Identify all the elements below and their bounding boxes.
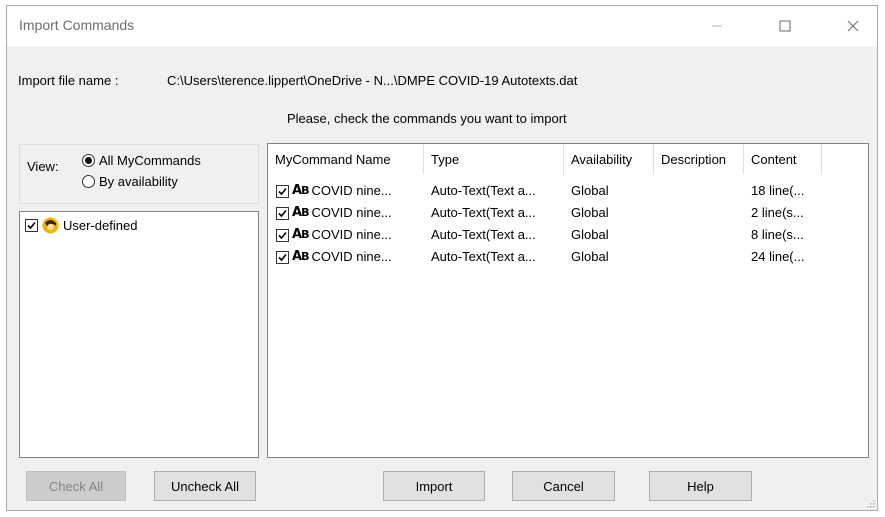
table-row[interactable]: AB COVID nine... Auto-Text(Text a... Glo…	[268, 224, 858, 246]
checkbox-checked-icon[interactable]	[276, 228, 289, 242]
table-row[interactable]: AB COVID nine... Auto-Text(Text a... Glo…	[268, 246, 858, 268]
radio-all-mycommands[interactable]: All MyCommands	[82, 153, 201, 168]
column-header-description[interactable]: Description	[654, 144, 744, 174]
availability-cell: Global	[571, 183, 609, 198]
checkbox-checked-icon[interactable]	[276, 250, 289, 264]
help-button[interactable]: Help	[649, 471, 752, 501]
window-title: Import Commands	[19, 17, 135, 33]
availability-cell: Global	[571, 227, 609, 242]
view-label: View:	[27, 159, 59, 174]
cancel-button[interactable]: Cancel	[512, 471, 615, 501]
content-cell: 18 line(...	[751, 183, 805, 198]
autotext-icon: AB	[292, 249, 310, 264]
name-cell: AB COVID nine...	[276, 180, 422, 202]
import-commands-dialog: Import Commands Import file name : C:\Us…	[6, 5, 878, 511]
column-header-type[interactable]: Type	[424, 144, 564, 174]
availability-cell: Global	[571, 205, 609, 220]
radio-label: By availability	[99, 174, 178, 189]
availability-cell: Global	[571, 249, 609, 264]
column-header-content[interactable]: Content	[744, 144, 822, 174]
uncheck-all-button[interactable]: Uncheck All	[154, 471, 256, 501]
radio-label: All MyCommands	[99, 153, 201, 168]
checkbox-checked-icon[interactable]	[276, 206, 289, 220]
table-row[interactable]: AB COVID nine... Auto-Text(Text a... Glo…	[268, 180, 858, 202]
title-bar[interactable]: Import Commands	[7, 6, 877, 46]
content-cell: 8 line(s...	[751, 227, 804, 242]
radio-selected-icon	[82, 154, 95, 167]
table-row[interactable]: AB COVID nine... Auto-Text(Text a... Glo…	[268, 202, 858, 224]
tree-item-user-defined[interactable]: User-defined	[25, 217, 137, 234]
import-file-label: Import file name :	[18, 73, 119, 88]
checkbox-checked-icon[interactable]	[25, 219, 38, 232]
minimize-icon	[712, 25, 722, 27]
content-cell: 2 line(s...	[751, 205, 804, 220]
autotext-icon: AB	[292, 205, 310, 220]
type-cell: Auto-Text(Text a...	[431, 183, 536, 198]
check-all-button[interactable]: Check All	[26, 471, 126, 501]
command-list[interactable]: MyCommand Name Type Availability Descrip…	[267, 143, 869, 458]
description-cell	[661, 246, 743, 268]
close-icon	[847, 20, 859, 32]
name-cell: AB COVID nine...	[276, 224, 422, 246]
radio-by-availability[interactable]: By availability	[82, 174, 178, 189]
autotext-icon: AB	[292, 183, 310, 198]
description-cell	[661, 224, 743, 246]
close-button[interactable]	[830, 6, 876, 46]
category-tree[interactable]: User-defined	[19, 211, 259, 458]
autotext-icon: AB	[292, 227, 310, 242]
content-cell: 24 line(...	[751, 249, 805, 264]
column-header-name[interactable]: MyCommand Name	[268, 144, 424, 174]
minimize-button[interactable]	[694, 6, 740, 46]
tree-item-label: User-defined	[63, 218, 138, 233]
maximize-icon	[779, 20, 791, 32]
type-cell: Auto-Text(Text a...	[431, 205, 536, 220]
import-button[interactable]: Import	[383, 471, 485, 501]
column-header-availability[interactable]: Availability	[564, 144, 654, 174]
type-cell: Auto-Text(Text a...	[431, 249, 536, 264]
resize-grip-icon[interactable]	[865, 498, 875, 508]
description-cell	[661, 180, 743, 202]
type-cell: Auto-Text(Text a...	[431, 227, 536, 242]
user-icon	[42, 217, 59, 234]
name-cell: AB COVID nine...	[276, 202, 422, 224]
radio-unselected-icon	[82, 175, 95, 188]
maximize-button[interactable]	[762, 6, 808, 46]
import-file-path: C:\Users\terence.lippert\OneDrive - N...…	[167, 73, 578, 88]
description-cell	[661, 202, 743, 224]
name-cell: AB COVID nine...	[276, 246, 422, 268]
view-group: View: All MyCommands By availability	[19, 144, 259, 204]
checkbox-checked-icon[interactable]	[276, 184, 289, 198]
instruction-text: Please, check the commands you want to i…	[287, 111, 567, 126]
